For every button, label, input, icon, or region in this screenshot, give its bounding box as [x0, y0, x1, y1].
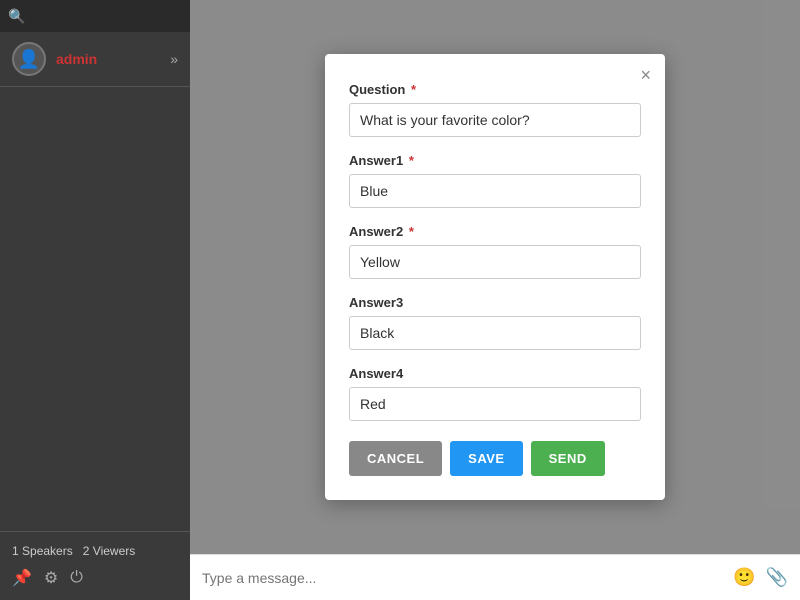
- modal-buttons: CANCEL SAVE SEND: [349, 441, 641, 476]
- avatar-icon: 👤: [18, 49, 40, 70]
- answer1-group: Answer1 *: [349, 153, 641, 208]
- sidebar-main-area: [0, 87, 190, 531]
- speakers-count: 1: [12, 544, 19, 558]
- answer2-input[interactable]: [349, 245, 641, 279]
- answer4-input[interactable]: [349, 387, 641, 421]
- speakers-label: Speakers: [22, 544, 73, 558]
- question-required-star: *: [407, 82, 416, 97]
- viewers-label: Viewers: [93, 544, 135, 558]
- answer3-label: Answer3: [349, 295, 641, 310]
- sidebar-search-bar: 🔍: [0, 0, 190, 32]
- search-icon: 🔍: [8, 8, 25, 25]
- sidebar-stats: 1 Speakers 2 Viewers: [12, 544, 178, 558]
- expand-icon[interactable]: »: [170, 51, 178, 67]
- answer4-label: Answer4: [349, 366, 641, 381]
- chat-bar: 🙂 📎: [190, 554, 800, 600]
- sidebar-actions: 📌 ⚙ ⏻: [12, 568, 178, 588]
- question-label: Question *: [349, 82, 641, 97]
- power-icon[interactable]: ⏻: [70, 569, 83, 587]
- send-button[interactable]: SEND: [531, 441, 605, 476]
- question-group: Question *: [349, 82, 641, 137]
- answer1-input[interactable]: [349, 174, 641, 208]
- chat-input[interactable]: [202, 570, 733, 586]
- chat-icon-group: 🙂 📎: [733, 567, 788, 588]
- settings-icon[interactable]: ⚙: [44, 568, 58, 588]
- emoji-icon[interactable]: 🙂: [733, 567, 755, 588]
- cancel-button[interactable]: CANCEL: [349, 441, 442, 476]
- answer2-label: Answer2 *: [349, 224, 641, 239]
- modal-dialog: × Question * Answer1 *: [325, 54, 665, 500]
- answer1-label: Answer1 *: [349, 153, 641, 168]
- question-input[interactable]: [349, 103, 641, 137]
- answer4-group: Answer4: [349, 366, 641, 421]
- admin-username: admin: [56, 51, 170, 67]
- answer3-group: Answer3: [349, 295, 641, 350]
- answer1-required-star: *: [405, 153, 414, 168]
- sidebar-user-row[interactable]: 👤 admin »: [0, 32, 190, 87]
- sidebar: 🔍 👤 admin » 1 Speakers 2 Viewers 📌 ⚙ ⏻: [0, 0, 190, 600]
- main-area: × Question * Answer1 *: [190, 0, 800, 600]
- answer2-required-star: *: [405, 224, 414, 239]
- avatar: 👤: [12, 42, 46, 76]
- main-content: × Question * Answer1 *: [190, 0, 800, 554]
- viewers-count: 2: [83, 544, 90, 558]
- close-button[interactable]: ×: [640, 66, 651, 84]
- save-button[interactable]: SAVE: [450, 441, 522, 476]
- answer2-group: Answer2 *: [349, 224, 641, 279]
- attachment-icon[interactable]: 📎: [766, 567, 788, 588]
- modal-overlay: × Question * Answer1 *: [190, 0, 800, 554]
- sidebar-bottom: 1 Speakers 2 Viewers 📌 ⚙ ⏻: [0, 531, 190, 600]
- pin-icon[interactable]: 📌: [12, 568, 32, 588]
- answer3-input[interactable]: [349, 316, 641, 350]
